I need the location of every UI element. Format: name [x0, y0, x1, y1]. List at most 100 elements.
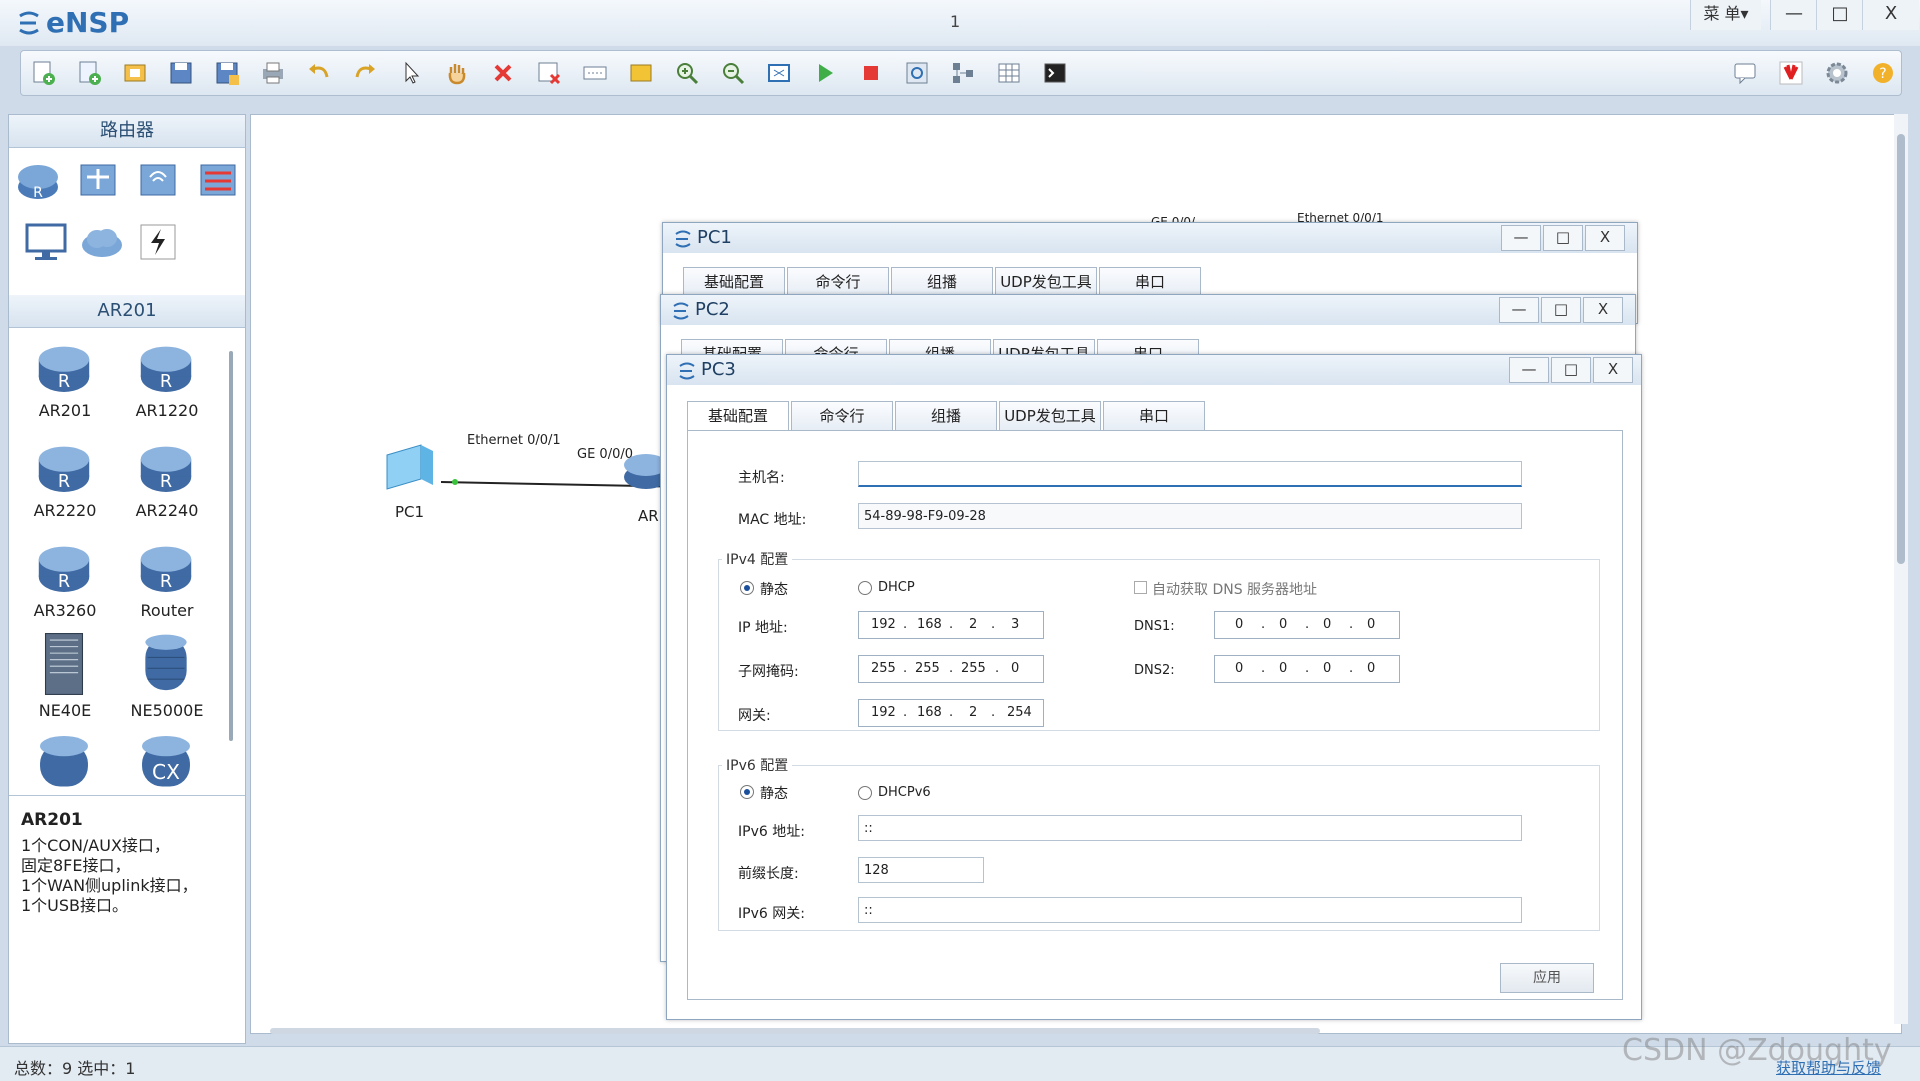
canvas-vertical-scrollbar[interactable]: [1894, 114, 1908, 1024]
pc3-maximize-button[interactable]: □: [1551, 357, 1591, 383]
ipv6-dhcpv6-label: DHCPv6: [878, 785, 931, 800]
ipv4-static-radio[interactable]: [740, 581, 754, 595]
delete-link-icon[interactable]: [535, 59, 563, 87]
main-toolbar: ?: [20, 50, 1902, 96]
hand-drag-icon[interactable]: [443, 59, 471, 87]
ar1220-device-icon[interactable]: R: [137, 339, 195, 397]
description-line: 1个USB接口。: [21, 896, 129, 915]
subnet-mask-input[interactable]: 255. 255. 255. 0: [858, 655, 1044, 683]
zoom-out-icon[interactable]: [719, 59, 747, 87]
pc3-dialog-titlebar[interactable]: PC3 — □ X: [667, 355, 1641, 385]
wireless-category-icon[interactable]: [135, 157, 181, 203]
dns2-input[interactable]: 0. 0. 0. 0: [1214, 655, 1400, 683]
save-as-icon[interactable]: [213, 59, 241, 87]
pc2-maximize-button[interactable]: □: [1541, 297, 1581, 323]
grid-icon[interactable]: [995, 59, 1023, 87]
router-section-header[interactable]: 路由器: [9, 115, 245, 148]
ipv6-gateway-input[interactable]: ::: [858, 897, 1522, 923]
pc1-tab-basic[interactable]: 基础配置: [683, 267, 785, 296]
tab-udp-tool[interactable]: UDP发包工具: [999, 401, 1101, 430]
pc1-device-icon[interactable]: [381, 435, 445, 499]
pc1-tab-cli[interactable]: 命令行: [787, 267, 889, 296]
tab-command-line[interactable]: 命令行: [791, 401, 893, 430]
svg-text:?: ?: [1879, 66, 1886, 82]
console-icon[interactable]: [1041, 59, 1069, 87]
mac-address-field: 54-89-98-F9-09-28: [858, 503, 1522, 529]
prefix-length-input[interactable]: 128: [858, 857, 984, 883]
pc3-close-button[interactable]: X: [1593, 357, 1633, 383]
new-example-icon[interactable]: [75, 59, 103, 87]
redo-icon[interactable]: [351, 59, 379, 87]
delete-icon[interactable]: [489, 59, 517, 87]
gateway-input[interactable]: 192. 168. 2. 254: [858, 699, 1044, 727]
pc3-minimize-button[interactable]: —: [1509, 357, 1549, 383]
tab-multicast[interactable]: 组播: [895, 401, 997, 430]
pc2-close-button[interactable]: X: [1583, 297, 1623, 323]
print-icon[interactable]: [259, 59, 287, 87]
auto-dns-checkbox[interactable]: [1134, 581, 1147, 594]
connection-category-icon[interactable]: [135, 219, 181, 265]
tab-basic-config[interactable]: 基础配置: [687, 401, 789, 430]
ipv6-address-input[interactable]: ::: [858, 815, 1522, 841]
firewall-category-icon[interactable]: [195, 157, 241, 203]
ipv6-static-radio[interactable]: [740, 785, 754, 799]
apply-button[interactable]: 应用: [1500, 963, 1594, 993]
palette-icon[interactable]: [627, 59, 655, 87]
device-label: AR2220: [33, 501, 97, 520]
ar201-device-icon[interactable]: R: [35, 339, 93, 397]
settings-icon[interactable]: [1823, 59, 1851, 87]
ar2220-device-icon[interactable]: R: [35, 439, 93, 497]
capture-icon[interactable]: [903, 59, 931, 87]
pc-category-icon[interactable]: [23, 219, 69, 265]
minimize-button[interactable]: —: [1770, 0, 1817, 30]
help-icon[interactable]: ?: [1869, 59, 1897, 87]
cx-router-device-icon[interactable]: CX: [137, 731, 195, 789]
pc1-dialog-titlebar[interactable]: PC1 — □ X: [663, 223, 1637, 253]
hostname-input[interactable]: [858, 461, 1522, 487]
text-annotation-icon[interactable]: [581, 59, 609, 87]
pc1-tab-udp[interactable]: UDP发包工具: [995, 267, 1097, 296]
close-button[interactable]: X: [1862, 0, 1919, 30]
canvas-horizontal-scrollbar[interactable]: [270, 1028, 1320, 1034]
ipv6-dhcpv6-radio[interactable]: [858, 786, 872, 800]
zoom-in-icon[interactable]: [673, 59, 701, 87]
router-category-icon[interactable]: R: [15, 157, 61, 203]
switch-category-icon[interactable]: [75, 157, 121, 203]
ipv4-dhcp-radio[interactable]: [858, 581, 872, 595]
pc1-tab-multicast[interactable]: 组播: [891, 267, 993, 296]
huawei-icon[interactable]: [1777, 59, 1805, 87]
save-icon[interactable]: [167, 59, 195, 87]
topology-icon[interactable]: [949, 59, 977, 87]
cloud-category-icon[interactable]: [79, 219, 125, 265]
pc1-tab-serial[interactable]: 串口: [1099, 267, 1201, 296]
open-icon[interactable]: [121, 59, 149, 87]
stop-device-icon[interactable]: [857, 59, 885, 87]
tab-serial[interactable]: 串口: [1103, 401, 1205, 430]
gw-octet: 168: [917, 705, 942, 720]
pc1-close-button[interactable]: X: [1585, 225, 1625, 251]
ip-address-input[interactable]: 192. 168. 2. 3: [858, 611, 1044, 639]
fit-window-icon[interactable]: [765, 59, 793, 87]
ar3260-device-icon[interactable]: R: [35, 539, 93, 597]
pc1-maximize-button[interactable]: □: [1543, 225, 1583, 251]
router-device-icon[interactable]: R: [137, 539, 195, 597]
chat-icon[interactable]: [1731, 59, 1759, 87]
dns1-label: DNS1:: [1134, 619, 1175, 634]
device-list-scrollbar[interactable]: [229, 351, 233, 741]
ar2240-device-icon[interactable]: R: [137, 439, 195, 497]
ne40e-device-icon[interactable]: [39, 631, 89, 697]
pc2-minimize-button[interactable]: —: [1499, 297, 1539, 323]
ne-router-device-icon[interactable]: [35, 731, 93, 789]
help-feedback-link[interactable]: 获取帮助与反馈: [1776, 1057, 1881, 1078]
pc2-dialog-titlebar[interactable]: PC2 — □ X: [661, 295, 1635, 325]
dns1-input[interactable]: 0. 0. 0. 0: [1214, 611, 1400, 639]
pc1-minimize-button[interactable]: —: [1501, 225, 1541, 251]
select-pointer-icon[interactable]: [397, 59, 425, 87]
start-device-icon[interactable]: [811, 59, 839, 87]
undo-icon[interactable]: [305, 59, 333, 87]
device-label: AR1220: [135, 401, 199, 420]
ne5000e-device-icon[interactable]: [141, 631, 191, 697]
maximize-button[interactable]: □: [1816, 0, 1863, 30]
new-topology-icon[interactable]: [29, 59, 57, 87]
menu-button[interactable]: 菜 单▾: [1690, 0, 1761, 30]
